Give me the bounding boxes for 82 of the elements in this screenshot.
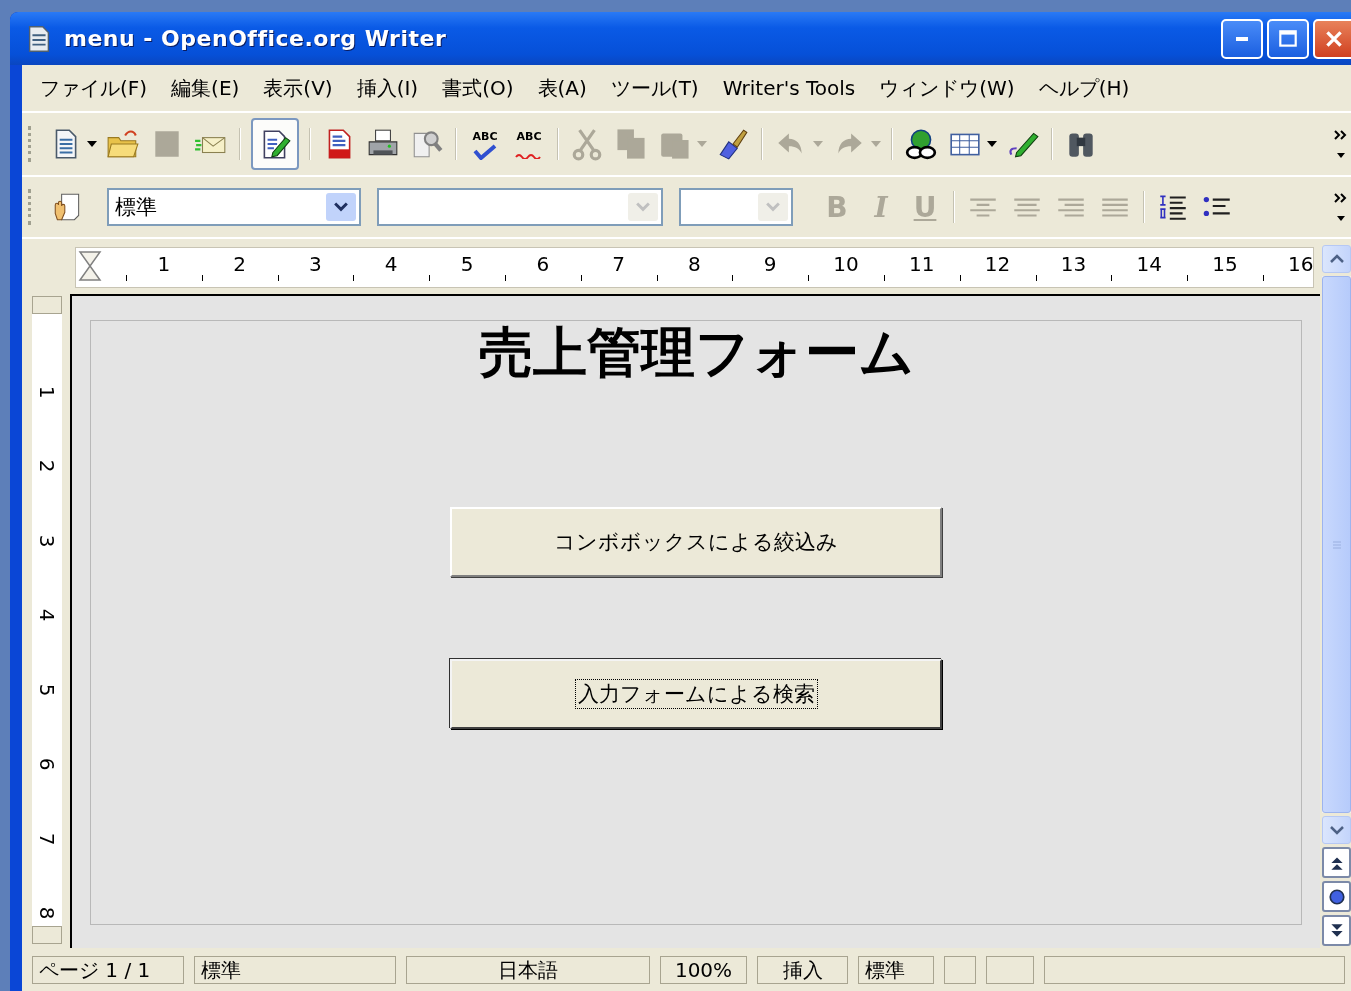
- navigator-icon: [904, 127, 938, 161]
- vertical-ruler[interactable]: 1 2 3 4 5 6 7 8: [32, 296, 62, 944]
- window-title: menu - OpenOffice.org Writer: [64, 26, 447, 51]
- ruler-number: 7: [37, 832, 57, 845]
- horizontal-ruler[interactable]: 1 2 3 4 5 6 7 8 9 10 11 12 13 14 15 16: [75, 247, 1314, 288]
- ruler-number: 7: [612, 252, 625, 276]
- minimize-icon: [1236, 36, 1248, 41]
- menu-item[interactable]: 挿入(I): [344, 74, 431, 102]
- maximize-icon: [1277, 27, 1299, 50]
- chevron-up-icon: [1328, 254, 1345, 264]
- status-field: [986, 955, 1034, 984]
- ruler-number: 6: [37, 757, 57, 771]
- ruler-number: 13: [1060, 252, 1087, 276]
- ruler-number: 10: [833, 252, 859, 276]
- menu-item[interactable]: 編集(E): [159, 74, 252, 102]
- scroll-up-button[interactable]: [1322, 245, 1351, 273]
- minimize-button[interactable]: [1221, 18, 1263, 59]
- menu-item[interactable]: ウィンドウ(W): [867, 74, 1027, 102]
- ruler-margin-marker[interactable]: [32, 296, 62, 314]
- font-size-dropdown[interactable]: [679, 188, 793, 226]
- chevron-down-icon: [636, 202, 650, 212]
- menu-item[interactable]: ファイル(F): [28, 74, 160, 102]
- next-page-button[interactable]: [1322, 915, 1351, 946]
- ruler-number: 15: [1212, 252, 1238, 276]
- form-button[interactable]: 入力フォームによる検索: [450, 659, 942, 729]
- ruler-number: 14: [1136, 252, 1162, 276]
- ruler-number: 2: [233, 252, 246, 276]
- status-field: 標準: [858, 955, 934, 984]
- ruler-number: 12: [984, 252, 1011, 276]
- menu-item[interactable]: 表示(V): [251, 74, 345, 102]
- chevron-down-icon: [334, 202, 348, 212]
- ruler-number: 1: [37, 385, 57, 398]
- ruler-number: 3: [309, 252, 322, 276]
- ruler-number: 4: [384, 252, 398, 276]
- copy-icon: [614, 127, 648, 161]
- status-field: 100%: [660, 955, 747, 984]
- menu-item[interactable]: Writer's Tools: [710, 76, 868, 100]
- ruler-number: 3: [37, 534, 57, 547]
- circle-icon: [1327, 887, 1346, 906]
- edit-mode-button[interactable]: [251, 118, 299, 170]
- ruler-number: 4: [37, 608, 57, 622]
- menu-item[interactable]: ツール(T): [598, 74, 711, 102]
- dropdown-arrow-icon[interactable]: [87, 141, 97, 147]
- ruler-number: 8: [37, 906, 57, 920]
- navigation-button[interactable]: [1322, 881, 1351, 912]
- menu-item[interactable]: 表(A): [525, 74, 599, 102]
- status-field: 挿入: [757, 955, 848, 984]
- status-field: 日本語: [406, 955, 650, 984]
- status-field: 標準: [194, 955, 396, 984]
- ruler-number: 5: [460, 252, 474, 276]
- ruler-number: 9: [763, 252, 777, 276]
- spellcheck-button[interactable]: ABC: [463, 120, 507, 168]
- previous-page-button[interactable]: [1322, 847, 1351, 878]
- indent-marker-icon[interactable]: [78, 250, 102, 282]
- status-field: [944, 955, 976, 984]
- paragraph-style-dropdown[interactable]: 標準: [107, 188, 361, 226]
- close-button[interactable]: [1313, 18, 1351, 59]
- ruler-number: 6: [536, 252, 550, 276]
- cut-icon: [570, 127, 604, 161]
- spellcheck-icon: [473, 144, 497, 160]
- form-title: 売上管理フォーム: [478, 323, 914, 383]
- grip-icon: [1331, 539, 1342, 550]
- status-field: ページ 1 / 1: [32, 955, 184, 984]
- ruler-number: 1: [157, 252, 171, 276]
- ruler-margin-marker[interactable]: [32, 926, 62, 944]
- ruler-number: 11: [909, 252, 935, 276]
- maximize-button[interactable]: [1267, 18, 1309, 59]
- ruler-number: 5: [37, 683, 57, 696]
- menu-item[interactable]: ヘルプ(H): [1026, 74, 1142, 102]
- font-name-dropdown[interactable]: [377, 188, 663, 226]
- auto-spellcheck-button[interactable]: ABC: [507, 120, 551, 168]
- auto-spellcheck-icon: [515, 151, 543, 159]
- chevron-down-icon: [1328, 825, 1345, 835]
- form-button[interactable]: コンボボックスによる絞込み: [450, 507, 942, 577]
- dropdown-arrow-icon[interactable]: [987, 141, 997, 147]
- scroll-down-button[interactable]: [1322, 816, 1351, 844]
- menu-item[interactable]: 書式(O): [430, 74, 526, 102]
- scrollbar-thumb[interactable]: [1322, 276, 1351, 813]
- ruler-number: 16: [1288, 252, 1314, 276]
- ruler-number: 8: [688, 252, 701, 276]
- chevron-down-icon: [766, 202, 780, 212]
- ruler-number: 2: [37, 459, 57, 473]
